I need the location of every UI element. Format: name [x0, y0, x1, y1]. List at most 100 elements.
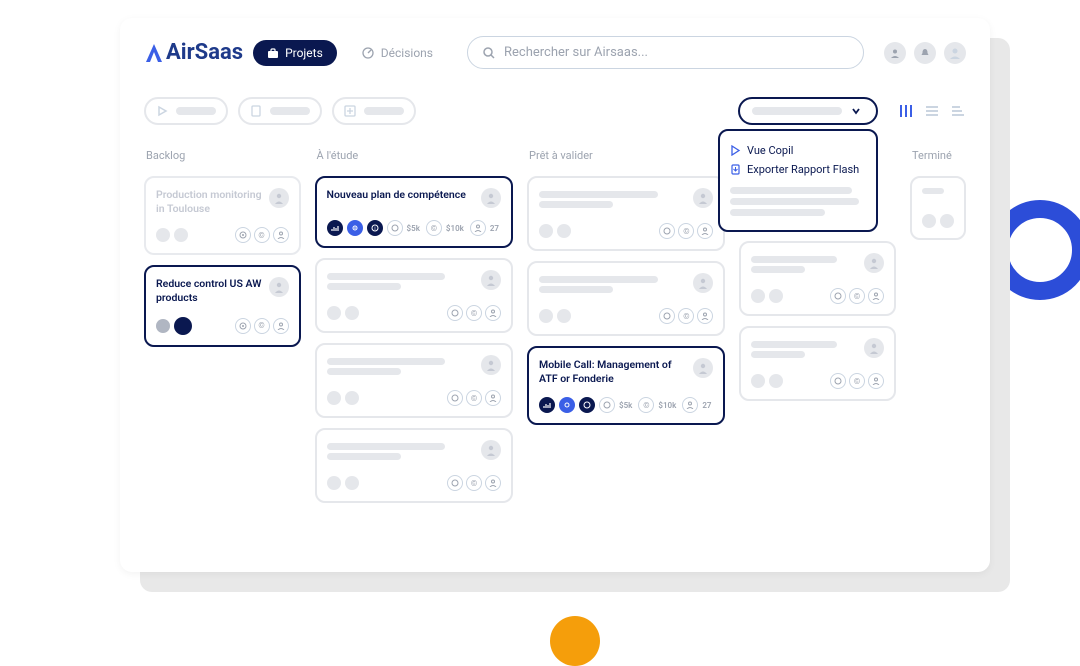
play-icon [156, 105, 168, 117]
info-icon: i [367, 220, 383, 236]
chart-icon [327, 220, 343, 236]
avatar [693, 358, 713, 378]
card-placeholder[interactable]: © [315, 428, 513, 503]
card-title: Reduce control US AW products [156, 277, 263, 304]
card-prod-monitoring[interactable]: Production monitoring in Toulouse © [144, 176, 301, 255]
column-header: Prêt à valider [527, 145, 725, 166]
top-icons [884, 42, 966, 64]
logo-text: AirSaas [166, 40, 243, 65]
svg-text:i: i [374, 226, 375, 232]
value-3: 27 [702, 401, 711, 410]
status-dot [156, 319, 170, 333]
avatar [269, 188, 289, 208]
card-placeholder[interactable]: © [315, 258, 513, 333]
person-icon [868, 288, 884, 304]
card-placeholder[interactable]: © [527, 176, 725, 251]
chevron-down-icon [850, 105, 862, 117]
column-pret: Prêt à valider © © Mobile Call: Manageme… [527, 145, 725, 503]
card-placeholder[interactable]: © [739, 326, 896, 401]
view-dropdown[interactable] [738, 97, 878, 125]
nav-projects[interactable]: Projets [253, 40, 337, 66]
search-input[interactable]: Rechercher sur Airsaas... [467, 36, 864, 69]
target-icon [387, 220, 403, 236]
column-termine: Terminé [910, 145, 966, 503]
app-window: AirSaas Projets Décisions Rechercher sur… [120, 18, 990, 572]
card-mobile-call[interactable]: Mobile Call: Management of ATF or Fonder… [527, 346, 725, 425]
dropdown-menu: Vue Copil Exporter Rapport Flash [718, 129, 878, 232]
person-icon [273, 318, 289, 334]
column-header: Backlog [144, 145, 301, 166]
logo-icon [144, 42, 164, 64]
gear-icon [347, 220, 363, 236]
target-icon [830, 373, 846, 389]
copy-icon: © [254, 227, 270, 243]
person-icon [697, 223, 713, 239]
card-placeholder[interactable] [910, 176, 966, 240]
user-badge-icon[interactable] [884, 42, 906, 64]
copy-icon: © [638, 397, 654, 413]
filter-file[interactable] [238, 97, 322, 125]
card-placeholder[interactable]: © [527, 261, 725, 336]
person-icon [470, 220, 486, 236]
avatar-icon[interactable] [944, 42, 966, 64]
copy-icon: © [466, 390, 482, 406]
logo: AirSaas [144, 40, 243, 65]
column-backlog: Backlog Production monitoring in Toulous… [144, 145, 301, 503]
copy-icon: © [678, 308, 694, 324]
menu-item-label: Exporter Rapport Flash [747, 163, 859, 176]
target-icon [235, 318, 251, 334]
person-icon [273, 227, 289, 243]
topbar: AirSaas Projets Décisions Rechercher sur… [144, 36, 966, 69]
search-icon [482, 46, 496, 60]
toolbar: Vue Copil Exporter Rapport Flash [144, 97, 966, 125]
target-icon [447, 475, 463, 491]
copy-icon: © [254, 318, 270, 334]
search-placeholder: Rechercher sur Airsaas... [504, 45, 648, 60]
value-1: $5k [407, 224, 420, 233]
view-list-icon[interactable] [924, 103, 940, 119]
view-sort-icon[interactable] [950, 103, 966, 119]
avatar [481, 355, 501, 375]
info-icon [579, 397, 595, 413]
view-kanban-icon[interactable] [898, 103, 914, 119]
target-icon [361, 46, 375, 60]
nav-decisions[interactable]: Décisions [347, 40, 447, 66]
person-icon [485, 390, 501, 406]
menu-placeholder [730, 187, 866, 216]
menu-vue-copil[interactable]: Vue Copil [730, 141, 866, 160]
card-placeholder[interactable]: © [739, 241, 896, 316]
view-switcher [898, 103, 966, 119]
bell-icon[interactable] [914, 42, 936, 64]
target-icon [447, 390, 463, 406]
status-dot [174, 228, 188, 242]
value-2: $10k [658, 401, 676, 410]
menu-export-rapport[interactable]: Exporter Rapport Flash [730, 160, 866, 179]
target-icon [659, 308, 675, 324]
card-placeholder[interactable]: © [315, 343, 513, 418]
copy-icon: © [466, 305, 482, 321]
file-icon [250, 105, 262, 117]
avatar [481, 270, 501, 290]
card-title: Mobile Call: Management of ATF or Fonder… [539, 358, 687, 385]
card-nouveau-plan[interactable]: Nouveau plan de compétence i $5k © $10k … [315, 176, 513, 248]
decor-dot [550, 616, 600, 666]
card-reduce-control[interactable]: Reduce control US AW products © [144, 265, 301, 346]
gear-icon [559, 397, 575, 413]
status-dot [174, 317, 192, 335]
target-icon [659, 223, 675, 239]
target-icon [599, 397, 615, 413]
avatar [693, 188, 713, 208]
card-title: Nouveau plan de compétence [327, 188, 475, 202]
target-icon [830, 288, 846, 304]
filter-play[interactable] [144, 97, 228, 125]
person-icon [682, 397, 698, 413]
nav-decisions-label: Décisions [381, 46, 433, 60]
person-icon [868, 373, 884, 389]
column-header: À l'étude [315, 145, 513, 166]
filter-add[interactable] [332, 97, 416, 125]
avatar [269, 277, 289, 297]
nav-projects-label: Projets [285, 46, 323, 60]
copy-icon: © [678, 223, 694, 239]
avatar [481, 188, 501, 208]
person-icon [697, 308, 713, 324]
